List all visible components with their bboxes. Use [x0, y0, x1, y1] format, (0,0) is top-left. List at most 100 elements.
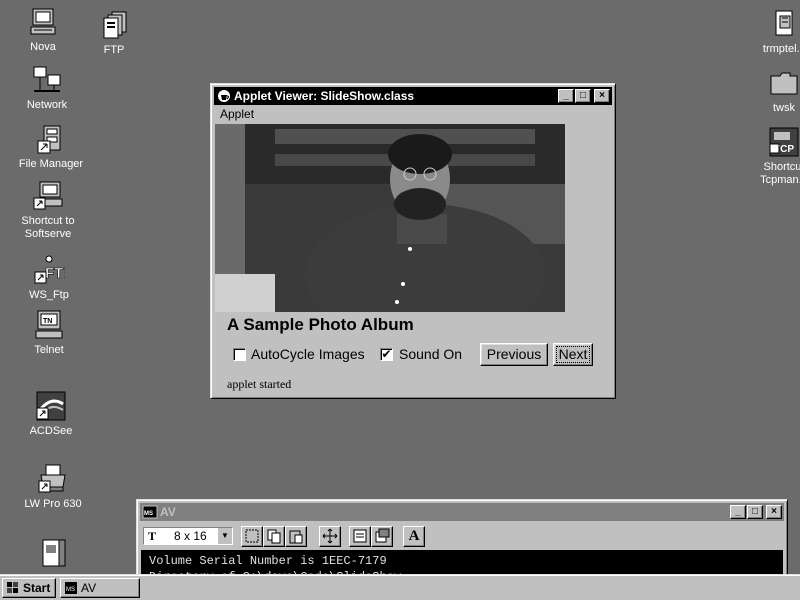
fullscreen-icon	[322, 528, 338, 544]
tcp-shortcut-icon: TCP	[768, 126, 800, 158]
av-close-button[interactable]: ×	[766, 505, 782, 519]
font-size-value: 8 x 16	[174, 529, 207, 543]
sound-on-label: Sound On	[399, 346, 463, 362]
acdsee-icon	[35, 390, 67, 422]
zip-file-icon	[768, 8, 800, 40]
minimize-button[interactable]: _	[558, 89, 574, 103]
console-line: Volume Serial Number is 1EEC-7179	[149, 554, 387, 568]
desktop-icon-label: Telnet	[34, 344, 64, 356]
font-size-select[interactable]: T 8 x 16 ▼	[143, 527, 233, 545]
autocycle-checkbox[interactable]	[233, 348, 246, 361]
checkmark-icon: ✔	[381, 347, 392, 361]
previous-button[interactable]: Previous	[480, 343, 548, 366]
desktop-icon-nova[interactable]: Nova	[5, 6, 81, 54]
msdos-icon: MS	[64, 581, 78, 595]
desktop-icon-label: WS_Ftp	[29, 289, 69, 301]
desktop-icon-trmptel[interactable]: trmptel.z	[746, 8, 800, 56]
desktop-icon-label: Shortcut to	[21, 215, 75, 227]
close-icon: ×	[771, 506, 777, 517]
svg-text:TN: TN	[43, 318, 52, 325]
maximize-button[interactable]: □	[575, 89, 591, 103]
desktop-icon-label-line2: Softserve	[24, 228, 72, 240]
maximize-icon: □	[751, 506, 759, 517]
desktop-icon-acdsee[interactable]: ACDSee	[13, 390, 89, 438]
svg-text:MS: MS	[66, 587, 75, 593]
java-cup-icon	[216, 88, 232, 104]
taskbar: Start MS AV	[0, 574, 800, 600]
desktop-icon-network[interactable]: Network	[9, 64, 85, 112]
start-button[interactable]: Start	[2, 578, 56, 598]
menu-item-applet[interactable]: Applet	[220, 107, 254, 121]
desktop-icon-label: ACDSee	[29, 425, 73, 437]
desktop-icon-twsk[interactable]: twsk	[746, 67, 800, 115]
file-manager-icon	[35, 123, 67, 155]
paste-tool-button[interactable]	[285, 526, 307, 547]
desktop-icon-lw-pro[interactable]: LW Pro 630	[15, 463, 91, 511]
desktop-icon-label: twsk	[773, 102, 795, 114]
minimize-icon: _	[735, 506, 741, 517]
desktop-icon-bottom[interactable]	[15, 538, 91, 573]
ftp-folder-icon	[98, 9, 130, 41]
applet-menu[interactable]: Applet	[220, 107, 254, 121]
photo-album-heading: A Sample Photo Album	[227, 315, 414, 334]
copy-tool-button[interactable]	[263, 526, 285, 547]
desktop-icon-tcpman[interactable]: TCP Shortcut Tcpman.e	[746, 126, 800, 187]
document-icon	[37, 538, 69, 570]
start-label: Start	[23, 581, 51, 595]
background-tool-button[interactable]	[371, 526, 393, 547]
ftp-shortcut-icon: FTP	[33, 254, 65, 286]
next-button[interactable]: Next	[553, 343, 593, 366]
slideshow-photo	[215, 124, 565, 312]
desktop-icon-label: FTP	[103, 44, 125, 56]
telnet-icon: TN	[33, 309, 65, 341]
svg-text:FTP: FTP	[45, 265, 65, 282]
maximize-icon: □	[579, 90, 587, 101]
desktop-icon-file-manager[interactable]: File Manager	[13, 123, 89, 171]
desktop-icon-label: LW Pro 630	[24, 498, 82, 510]
folder-icon	[768, 67, 800, 99]
av-window-title: AV	[160, 505, 176, 519]
copy-icon	[267, 529, 281, 544]
close-button[interactable]: ×	[594, 89, 610, 103]
sound-on-checkbox[interactable]: ✔	[380, 348, 393, 361]
av-titlebar[interactable]: MS AV _ □ ×	[140, 503, 784, 521]
background-icon	[375, 528, 390, 543]
av-toolbar: T 8 x 16 ▼ A	[141, 526, 781, 548]
av-maximize-button[interactable]: □	[747, 505, 763, 519]
desktop-icon-ftp[interactable]: FTP	[76, 9, 152, 57]
network-icon	[31, 64, 63, 96]
mark-icon	[245, 529, 259, 543]
minimize-icon: _	[563, 90, 569, 101]
svg-text:MS: MS	[144, 511, 153, 517]
font-icon: A	[408, 528, 420, 544]
desktop-icon-label: Shortcut	[763, 161, 800, 173]
paste-icon	[289, 530, 303, 544]
msdos-icon: MS	[142, 504, 158, 520]
desktop-icon-label: Network	[26, 99, 68, 111]
windows-logo-icon	[6, 581, 20, 595]
font-tool-button[interactable]: A	[403, 526, 425, 547]
properties-icon	[353, 529, 367, 543]
taskbar-item-label: AV	[81, 581, 97, 595]
computer-icon	[27, 6, 59, 38]
desktop-icon-softserve[interactable]: Shortcut to Softserve	[10, 180, 86, 241]
desktop-icon-label-line2: Tcpman.e	[760, 174, 800, 186]
applet-window-title: Applet Viewer: SlideShow.class	[234, 89, 415, 103]
chevron-down-icon[interactable]: ▼	[217, 528, 232, 544]
av-minimize-button[interactable]: _	[730, 505, 746, 519]
mark-tool-button[interactable]	[241, 526, 263, 547]
desktop-icon-label: File Manager	[18, 158, 84, 170]
shortcut-computer-icon	[32, 180, 64, 212]
taskbar-item-av[interactable]: MS AV	[60, 578, 140, 598]
properties-tool-button[interactable]	[349, 526, 371, 547]
desktop-icon-label: Nova	[30, 41, 56, 53]
desktop-icon-ws-ftp[interactable]: FTP WS_Ftp	[11, 254, 87, 302]
autocycle-label: AutoCycle Images	[251, 346, 365, 362]
truetype-icon: T	[148, 529, 157, 543]
applet-titlebar[interactable]: Applet Viewer: SlideShow.class _ □ ×	[214, 87, 612, 105]
applet-viewer-window[interactable]: Applet Viewer: SlideShow.class _ □ × App…	[210, 83, 616, 399]
close-icon: ×	[599, 90, 605, 101]
desktop-icon-telnet[interactable]: TN Telnet	[11, 309, 87, 357]
printer-icon	[37, 463, 69, 495]
fullscreen-tool-button[interactable]	[319, 526, 341, 547]
